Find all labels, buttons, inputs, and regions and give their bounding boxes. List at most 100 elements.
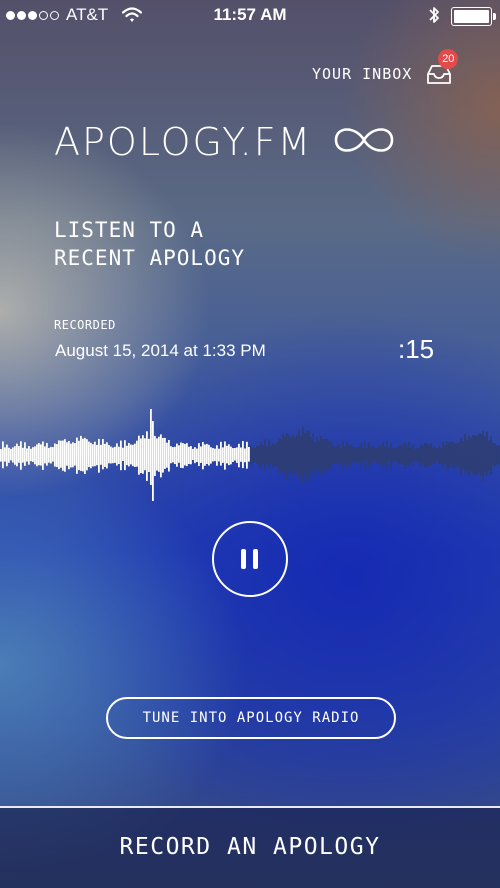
waveform-bar-played — [16, 443, 18, 467]
waveform-bar-played — [88, 441, 90, 467]
waveform-bar-unplayed — [352, 446, 354, 463]
waveform-bar-unplayed — [278, 438, 280, 473]
waveform-bar-unplayed — [326, 439, 328, 471]
duration-remaining: :15 — [398, 334, 435, 364]
waveform-bar-played — [130, 444, 132, 465]
waveform-bar-unplayed — [314, 442, 316, 469]
waveform-bar-played — [200, 446, 202, 463]
waveform-bar-played — [18, 446, 20, 463]
waveform-bar-unplayed — [268, 439, 270, 469]
waveform-bar-unplayed — [366, 448, 368, 461]
waveform-bar-unplayed — [416, 448, 418, 461]
waveform-bar-unplayed — [334, 446, 336, 464]
waveform-bar-unplayed — [438, 446, 440, 465]
waveform-bar-played — [34, 446, 36, 465]
waveform-bar-unplayed — [480, 434, 482, 477]
waveform-bar-unplayed — [266, 446, 268, 464]
waveform-bar-played — [46, 443, 48, 466]
waveform-bar-unplayed — [410, 447, 412, 463]
inbox-link[interactable]: YOUR INBOX 20 — [312, 49, 459, 86]
waveform-bar-unplayed — [262, 445, 264, 464]
waveform-bar-unplayed — [420, 444, 422, 467]
waveform-bar-unplayed — [390, 443, 392, 468]
waveform-bar-unplayed — [372, 445, 374, 464]
waveform-bar-played — [186, 443, 188, 467]
audio-waveform[interactable] — [0, 400, 500, 505]
waveform-bar-unplayed — [318, 440, 320, 467]
waveform-bar-played — [160, 434, 162, 478]
waveform-bar-played — [236, 447, 238, 463]
waveform-bar-unplayed — [292, 434, 294, 477]
waveform-bar-played — [158, 436, 160, 472]
battery-tip — [493, 13, 496, 20]
waveform-bar-played — [198, 443, 200, 466]
recorded-label: RECORDED — [54, 318, 116, 332]
waveform-bar-unplayed — [288, 435, 290, 476]
waveform-bar-played — [220, 441, 222, 466]
tune-into-radio-button[interactable]: TUNE INTO APOLOGY RADIO — [106, 697, 396, 739]
waveform-bar-played — [248, 447, 250, 462]
waveform-bar-unplayed — [436, 448, 438, 461]
waveform-bar-played — [110, 446, 112, 464]
waveform-bar-played — [98, 438, 100, 473]
waveform-bar-played — [152, 421, 154, 501]
waveform-bar-played — [212, 448, 214, 462]
waveform-bar-played — [100, 444, 102, 465]
waveform-bar-played — [222, 447, 224, 463]
waveform-bar-played — [40, 444, 42, 466]
waveform-bar-played — [210, 447, 212, 464]
waveform-bar-unplayed — [346, 441, 348, 467]
waveform-bar-played — [164, 437, 166, 469]
inbox-label: YOUR INBOX — [312, 65, 413, 83]
pause-button[interactable] — [212, 521, 288, 597]
pause-icon-bar — [253, 549, 258, 569]
waveform-bar-played — [116, 443, 118, 466]
waveform-bar-played — [144, 438, 146, 471]
waveform-bar-unplayed — [328, 440, 330, 471]
waveform-bar-unplayed — [380, 445, 382, 463]
record-apology-button[interactable]: RECORD AN APOLOGY — [0, 806, 500, 888]
waveform-bar-unplayed — [426, 443, 428, 468]
waveform-bar-unplayed — [448, 442, 450, 469]
waveform-bar-unplayed — [304, 433, 306, 474]
waveform-bar-unplayed — [458, 441, 460, 467]
waveform-bar-unplayed — [340, 447, 342, 463]
waveform-bar-unplayed — [384, 446, 386, 465]
waveform-bar-played — [60, 440, 62, 468]
waveform-bar-played — [202, 442, 204, 470]
waveform-bar-played — [10, 448, 12, 461]
waveform-bar-unplayed — [324, 438, 326, 470]
waveform-bar-unplayed — [396, 448, 398, 462]
waveform-bar-played — [134, 443, 136, 467]
waveform-bar-unplayed — [316, 436, 318, 474]
waveform-bar-unplayed — [350, 444, 352, 467]
waveform-bar-played — [128, 443, 130, 467]
waveform-bar-played — [78, 440, 80, 471]
waveform-bar-unplayed — [338, 443, 340, 465]
waveform-bar-unplayed — [308, 430, 310, 482]
app-title: APOLOGY.FM — [54, 120, 313, 164]
waveform-bar-played — [180, 442, 182, 468]
waveform-bar-played — [8, 447, 10, 463]
brand-header: APOLOGY.FM — [54, 120, 398, 164]
waveform-bar-played — [106, 442, 108, 469]
waveform-bar-unplayed — [272, 443, 274, 469]
waveform-bar-unplayed — [490, 436, 492, 475]
waveform-bar-played — [168, 440, 170, 472]
waveform-bar-unplayed — [394, 447, 396, 462]
waveform-bar-unplayed — [478, 434, 480, 473]
waveform-bar-played — [48, 447, 50, 463]
waveform-bar-played — [32, 447, 34, 462]
waveform-bar-played — [86, 439, 88, 471]
waveform-bar-played — [62, 440, 64, 471]
waveform-bar-played — [26, 448, 28, 462]
waveform-bar-unplayed — [494, 443, 496, 467]
waveform-bar-played — [240, 447, 242, 462]
waveform-bar-played — [112, 447, 114, 464]
waveform-bar-unplayed — [290, 437, 292, 470]
waveform-bar-played — [54, 443, 56, 467]
waveform-bar-unplayed — [260, 441, 262, 469]
waveform-bar-played — [20, 441, 22, 470]
waveform-bar-unplayed — [348, 445, 350, 466]
waveform-bar-played — [124, 440, 126, 471]
